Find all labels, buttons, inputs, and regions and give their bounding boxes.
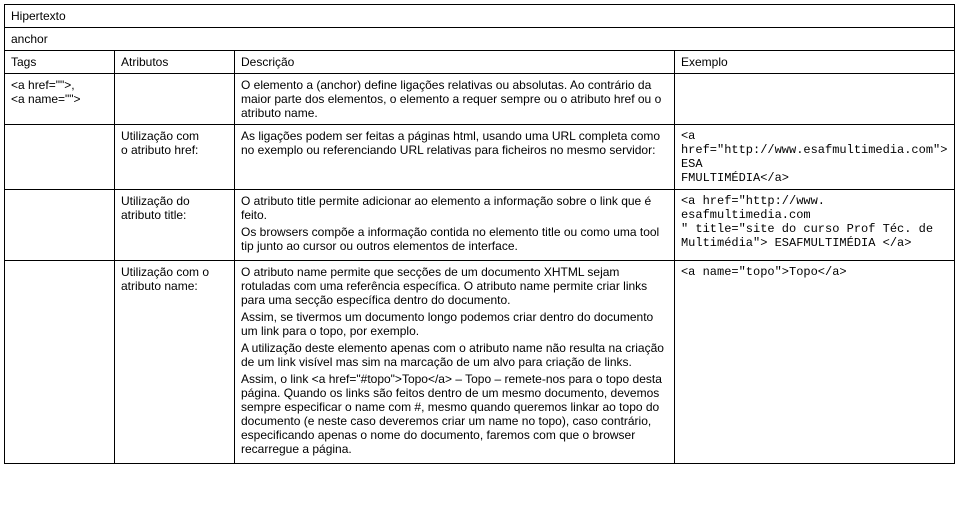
ex-title-line3: Multimédia"> ESAFMULTIMÉDIA </a> [681, 236, 911, 250]
cell-title-desc: O atributo title permite adicionar ao el… [235, 190, 675, 261]
title-desc-p1: O atributo title permite adicionar ao el… [241, 194, 668, 222]
cell-name-desc: O atributo name permite que secções de u… [235, 261, 675, 464]
row-title: Utilização do atributo title: O atributo… [5, 190, 955, 261]
tag-name-syntax: <a name=""> [11, 92, 81, 106]
name-desc-p1: O atributo name permite que secções de u… [241, 265, 668, 307]
title-desc-p2: Os browsers compõe a informação contida … [241, 225, 668, 253]
name-desc-p3: A utilização deste elemento apenas com o… [241, 341, 668, 369]
cell-title-example: <a href="http://www. esafmultimedia.com … [674, 190, 954, 261]
attr-title-label-2: atributo title: [121, 208, 186, 222]
cell-href-example: <a href="http://www.esafmultimedia.com">… [674, 125, 954, 190]
row-href: Utilização com o atributo href: As ligaç… [5, 125, 955, 190]
row-name: Utilização com o atributo name: O atribu… [5, 261, 955, 464]
cell-main-desc: O elemento a (anchor) define ligações re… [235, 74, 675, 125]
cell-title-tags [5, 190, 115, 261]
attr-name-label-2: atributo name: [121, 279, 198, 293]
ex-title-line2: " title="site do curso Prof Téc. de [681, 222, 933, 236]
section-label: anchor [5, 28, 955, 51]
col-tags-header: Tags [5, 51, 115, 74]
cell-name-attr: Utilização com o atributo name: [115, 261, 235, 464]
cell-name-example: <a name="topo">Topo</a> [674, 261, 954, 464]
cell-title-attr: Utilização do atributo title: [115, 190, 235, 261]
cell-main-attr [115, 74, 235, 125]
page-title: Hipertexto [5, 5, 955, 28]
document-table: Hipertexto anchor Tags Atributos Descriç… [4, 4, 955, 464]
col-attrs-header: Atributos [115, 51, 235, 74]
name-desc-p2: Assim, se tivermos um documento longo po… [241, 310, 668, 338]
ex-href-line3: FMULTIMÉDIA</a> [681, 171, 789, 185]
cell-href-tags [5, 125, 115, 190]
col-desc-header: Descrição [235, 51, 675, 74]
ex-href-line1: <a [681, 129, 695, 143]
cell-href-desc: As ligações podem ser feitas a páginas h… [235, 125, 675, 190]
attr-name-label-1: Utilização com o [121, 265, 209, 279]
attr-href-label-2: o atributo href: [121, 143, 198, 157]
cell-main-example [674, 74, 954, 125]
row-main: <a href="">, <a name=""> O elemento a (a… [5, 74, 955, 125]
cell-main-tags: <a href="">, <a name=""> [5, 74, 115, 125]
name-desc-p4: Assim, o link <a href="#topo">Topo</a> –… [241, 372, 668, 456]
attr-href-label-1: Utilização com [121, 129, 199, 143]
attr-title-label-1: Utilização do [121, 194, 190, 208]
title-row: Hipertexto [5, 5, 955, 28]
col-example-header: Exemplo [674, 51, 954, 74]
cell-href-attr: Utilização com o atributo href: [115, 125, 235, 190]
ex-title-line1: <a href="http://www. esafmultimedia.com [681, 194, 825, 222]
tag-href-syntax: <a href="">, [11, 78, 75, 92]
cell-name-tags [5, 261, 115, 464]
header-row: Tags Atributos Descrição Exemplo [5, 51, 955, 74]
ex-href-line2: href="http://www.esafmultimedia.com">ESA [681, 143, 947, 171]
section-row: anchor [5, 28, 955, 51]
